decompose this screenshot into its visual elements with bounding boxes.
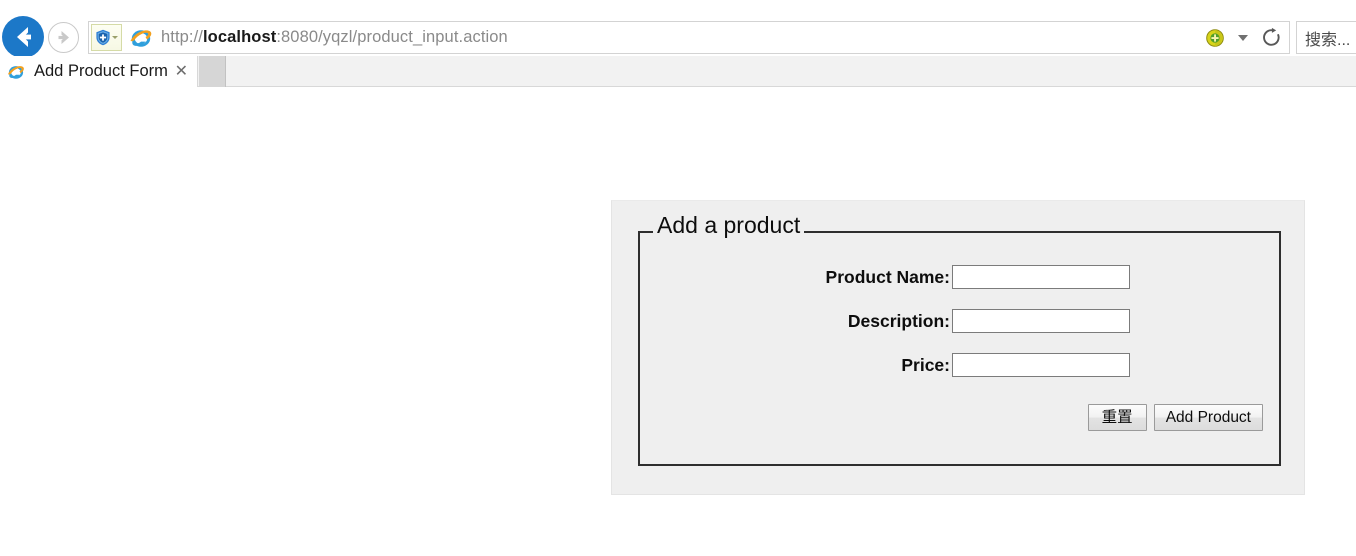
url-text: http://localhost:8080/yqzl/product_input… [161, 28, 1205, 47]
shield-plus-icon [96, 29, 110, 46]
page-content: Add a product Product Name: Description:… [0, 88, 1356, 556]
url-path: :8080/yqzl/product_input.action [276, 28, 508, 46]
form-row-description: Description: [640, 309, 1279, 333]
back-button[interactable] [2, 16, 44, 58]
tab-add-product-form[interactable]: Add Product Form ✕ [0, 56, 198, 87]
description-label: Description: [847, 310, 950, 331]
refresh-icon[interactable] [1261, 27, 1282, 48]
browser-chrome: http://localhost:8080/yqzl/product_input… [0, 0, 1356, 58]
add-product-button[interactable]: Add Product [1153, 404, 1263, 431]
product-name-input[interactable] [952, 265, 1130, 289]
security-caret-icon [112, 36, 118, 39]
address-bar-actions [1205, 27, 1282, 48]
close-icon[interactable]: ✕ [175, 63, 188, 80]
product-name-label: Product Name: [825, 266, 950, 287]
tab-title: Add Product Form [34, 62, 168, 80]
arrow-left-icon [17, 27, 31, 47]
url-host: localhost [202, 28, 277, 46]
tab-bar: Add Product Form ✕ [0, 56, 1356, 87]
reset-button[interactable]: 重置 [1087, 404, 1147, 431]
new-tab-button[interactable] [199, 56, 226, 87]
compatibility-view-icon[interactable] [1205, 28, 1225, 48]
arrow-right-icon [58, 30, 69, 44]
internet-explorer-icon [130, 29, 152, 47]
add-product-panel: Add a product Product Name: Description:… [611, 200, 1305, 495]
price-label: Price: [901, 354, 950, 375]
forward-button[interactable] [48, 22, 79, 53]
form-row-price: Price: [640, 353, 1279, 377]
internet-explorer-icon [7, 65, 24, 79]
search-box[interactable]: 搜索... [1296, 21, 1356, 54]
form-row-product-name: Product Name: [640, 265, 1279, 289]
address-bar[interactable]: http://localhost:8080/yqzl/product_input… [88, 21, 1290, 54]
add-product-fieldset: Add a product Product Name: Description:… [638, 214, 1281, 466]
form-button-row: 重置 Add Product [640, 404, 1279, 431]
description-input[interactable] [952, 309, 1130, 333]
search-input-placeholder: 搜索... [1305, 31, 1351, 49]
fieldset-legend: Add a product [653, 214, 805, 237]
price-input[interactable] [952, 353, 1130, 377]
security-shield-button[interactable] [91, 24, 122, 51]
url-scheme: http:// [161, 28, 203, 46]
chevron-down-icon[interactable] [1238, 34, 1248, 41]
